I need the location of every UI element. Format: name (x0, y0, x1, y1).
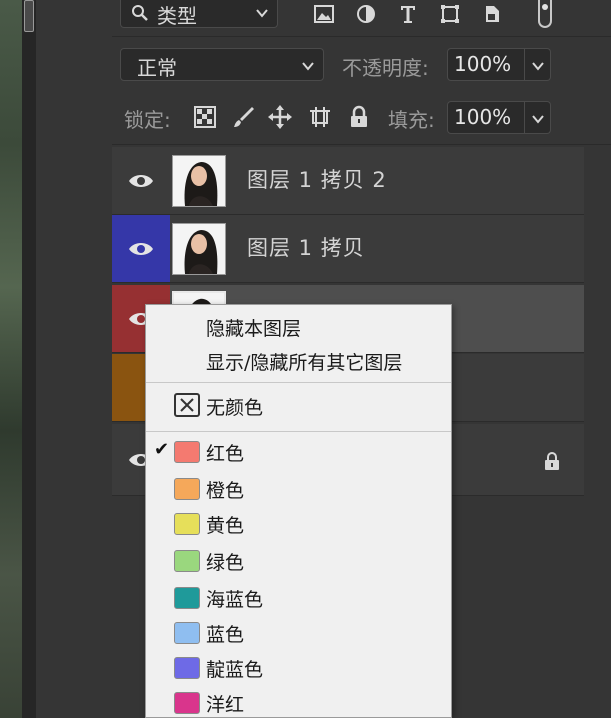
opacity-dropdown[interactable] (525, 48, 551, 81)
eye-visibility-icon[interactable] (128, 173, 154, 189)
fill-label: 填充: (388, 108, 435, 132)
lock-all-icon[interactable] (347, 105, 371, 129)
menu-item-hide-layer[interactable]: 隐藏本图层 (146, 314, 451, 342)
fill-input[interactable]: 100% (447, 101, 525, 134)
lock-transparent-pixels-icon[interactable] (193, 105, 217, 129)
color-swatch-orange (174, 478, 200, 500)
portrait-thumbnail-image (173, 156, 225, 206)
menu-item-label: 洋红 (206, 694, 245, 716)
blend-mode-select[interactable]: 正常 (120, 48, 324, 81)
lock-image-pixels-icon[interactable] (232, 105, 256, 129)
layer-thumbnail[interactable] (172, 155, 226, 207)
lock-icon (545, 452, 559, 470)
adjustment-filter-icon[interactable] (352, 2, 380, 26)
menu-item-label: 蓝色 (206, 624, 245, 646)
lock-label: 锁定: (124, 108, 171, 132)
menu-separator (146, 431, 451, 432)
divider (112, 144, 611, 145)
layer-thumbnail[interactable] (172, 223, 226, 275)
search-icon (132, 5, 148, 21)
menu-item-toggle-others[interactable]: 显示/隐藏所有其它图层 (146, 348, 451, 376)
filter-kind-label: 类型 (157, 4, 197, 28)
scrollbar-thumb[interactable] (24, 0, 34, 32)
menu-item-label: 隐藏本图层 (206, 318, 302, 340)
lock-position-icon[interactable] (268, 105, 292, 129)
menu-item-label: 红色 (206, 443, 245, 465)
chevron-down-icon (302, 62, 314, 71)
divider (112, 36, 611, 37)
filter-toggle[interactable] (538, 0, 552, 28)
color-swatch-blue (174, 622, 200, 644)
layer-context-menu: 隐藏本图层 显示/隐藏所有其它图层 无颜色 ✔ 红色 橙色 黄色 绿色 海蓝色 … (145, 304, 452, 718)
color-swatch-yellow (174, 513, 200, 535)
menu-item-label: 黄色 (206, 515, 245, 537)
chevron-down-icon (532, 62, 544, 71)
document-scrollbar[interactable] (22, 0, 36, 718)
filter-icons (310, 2, 520, 26)
menu-item-color-magenta[interactable]: 洋红 (146, 690, 451, 718)
menu-item-color-green[interactable]: 绿色 (146, 548, 451, 576)
chevron-down-icon (532, 115, 544, 124)
type-filter-icon[interactable] (394, 2, 422, 26)
menu-item-color-blue[interactable]: 蓝色 (146, 620, 451, 648)
smart-object-filter-icon[interactable] (478, 2, 506, 26)
color-swatch-indigo (174, 657, 200, 679)
document-canvas-edge (0, 0, 22, 718)
color-swatch-green (174, 550, 200, 572)
no-color-icon (174, 393, 200, 417)
layer-row[interactable]: 图层 1 拷贝 (112, 215, 584, 283)
filter-kind-select[interactable]: 类型 (120, 0, 278, 28)
menu-item-color-yellow[interactable]: 黄色 (146, 511, 451, 539)
check-icon: ✔ (154, 439, 170, 460)
color-swatch-seafoam (174, 587, 200, 609)
fill-dropdown[interactable] (525, 101, 551, 134)
opacity-input[interactable]: 100% (447, 48, 525, 81)
blend-mode-label: 正常 (137, 56, 177, 80)
menu-item-label: 显示/隐藏所有其它图层 (206, 352, 403, 374)
color-swatch-red (174, 441, 200, 463)
menu-item-label: 海蓝色 (206, 589, 264, 611)
menu-item-color-seafoam[interactable]: 海蓝色 (146, 585, 451, 613)
layer-name[interactable]: 图层 1 拷贝 2 (247, 164, 387, 194)
menu-item-color-orange[interactable]: 橙色 (146, 476, 451, 504)
portrait-thumbnail-image (173, 224, 225, 274)
menu-item-no-color[interactable]: 无颜色 (146, 393, 451, 423)
menu-item-label: 绿色 (206, 552, 245, 574)
opacity-label: 不透明度: (342, 56, 429, 80)
image-filter-icon[interactable] (310, 2, 338, 26)
menu-item-label: 无颜色 (206, 397, 264, 419)
menu-item-label: 靛蓝色 (206, 659, 264, 681)
menu-item-label: 橙色 (206, 480, 245, 502)
menu-item-color-red[interactable]: ✔ 红色 (146, 439, 451, 467)
color-swatch-magenta (174, 692, 200, 714)
shape-filter-icon[interactable] (436, 2, 464, 26)
layer-row[interactable]: 图层 1 拷贝 2 (112, 147, 584, 215)
menu-separator (146, 382, 451, 383)
eye-visibility-icon[interactable] (128, 241, 154, 257)
layer-name[interactable]: 图层 1 拷贝 (247, 232, 365, 262)
chevron-down-icon (256, 9, 268, 18)
lock-artboard-icon[interactable] (308, 105, 332, 129)
menu-item-color-indigo[interactable]: 靛蓝色 (146, 655, 451, 683)
panel-gutter (36, 0, 112, 718)
